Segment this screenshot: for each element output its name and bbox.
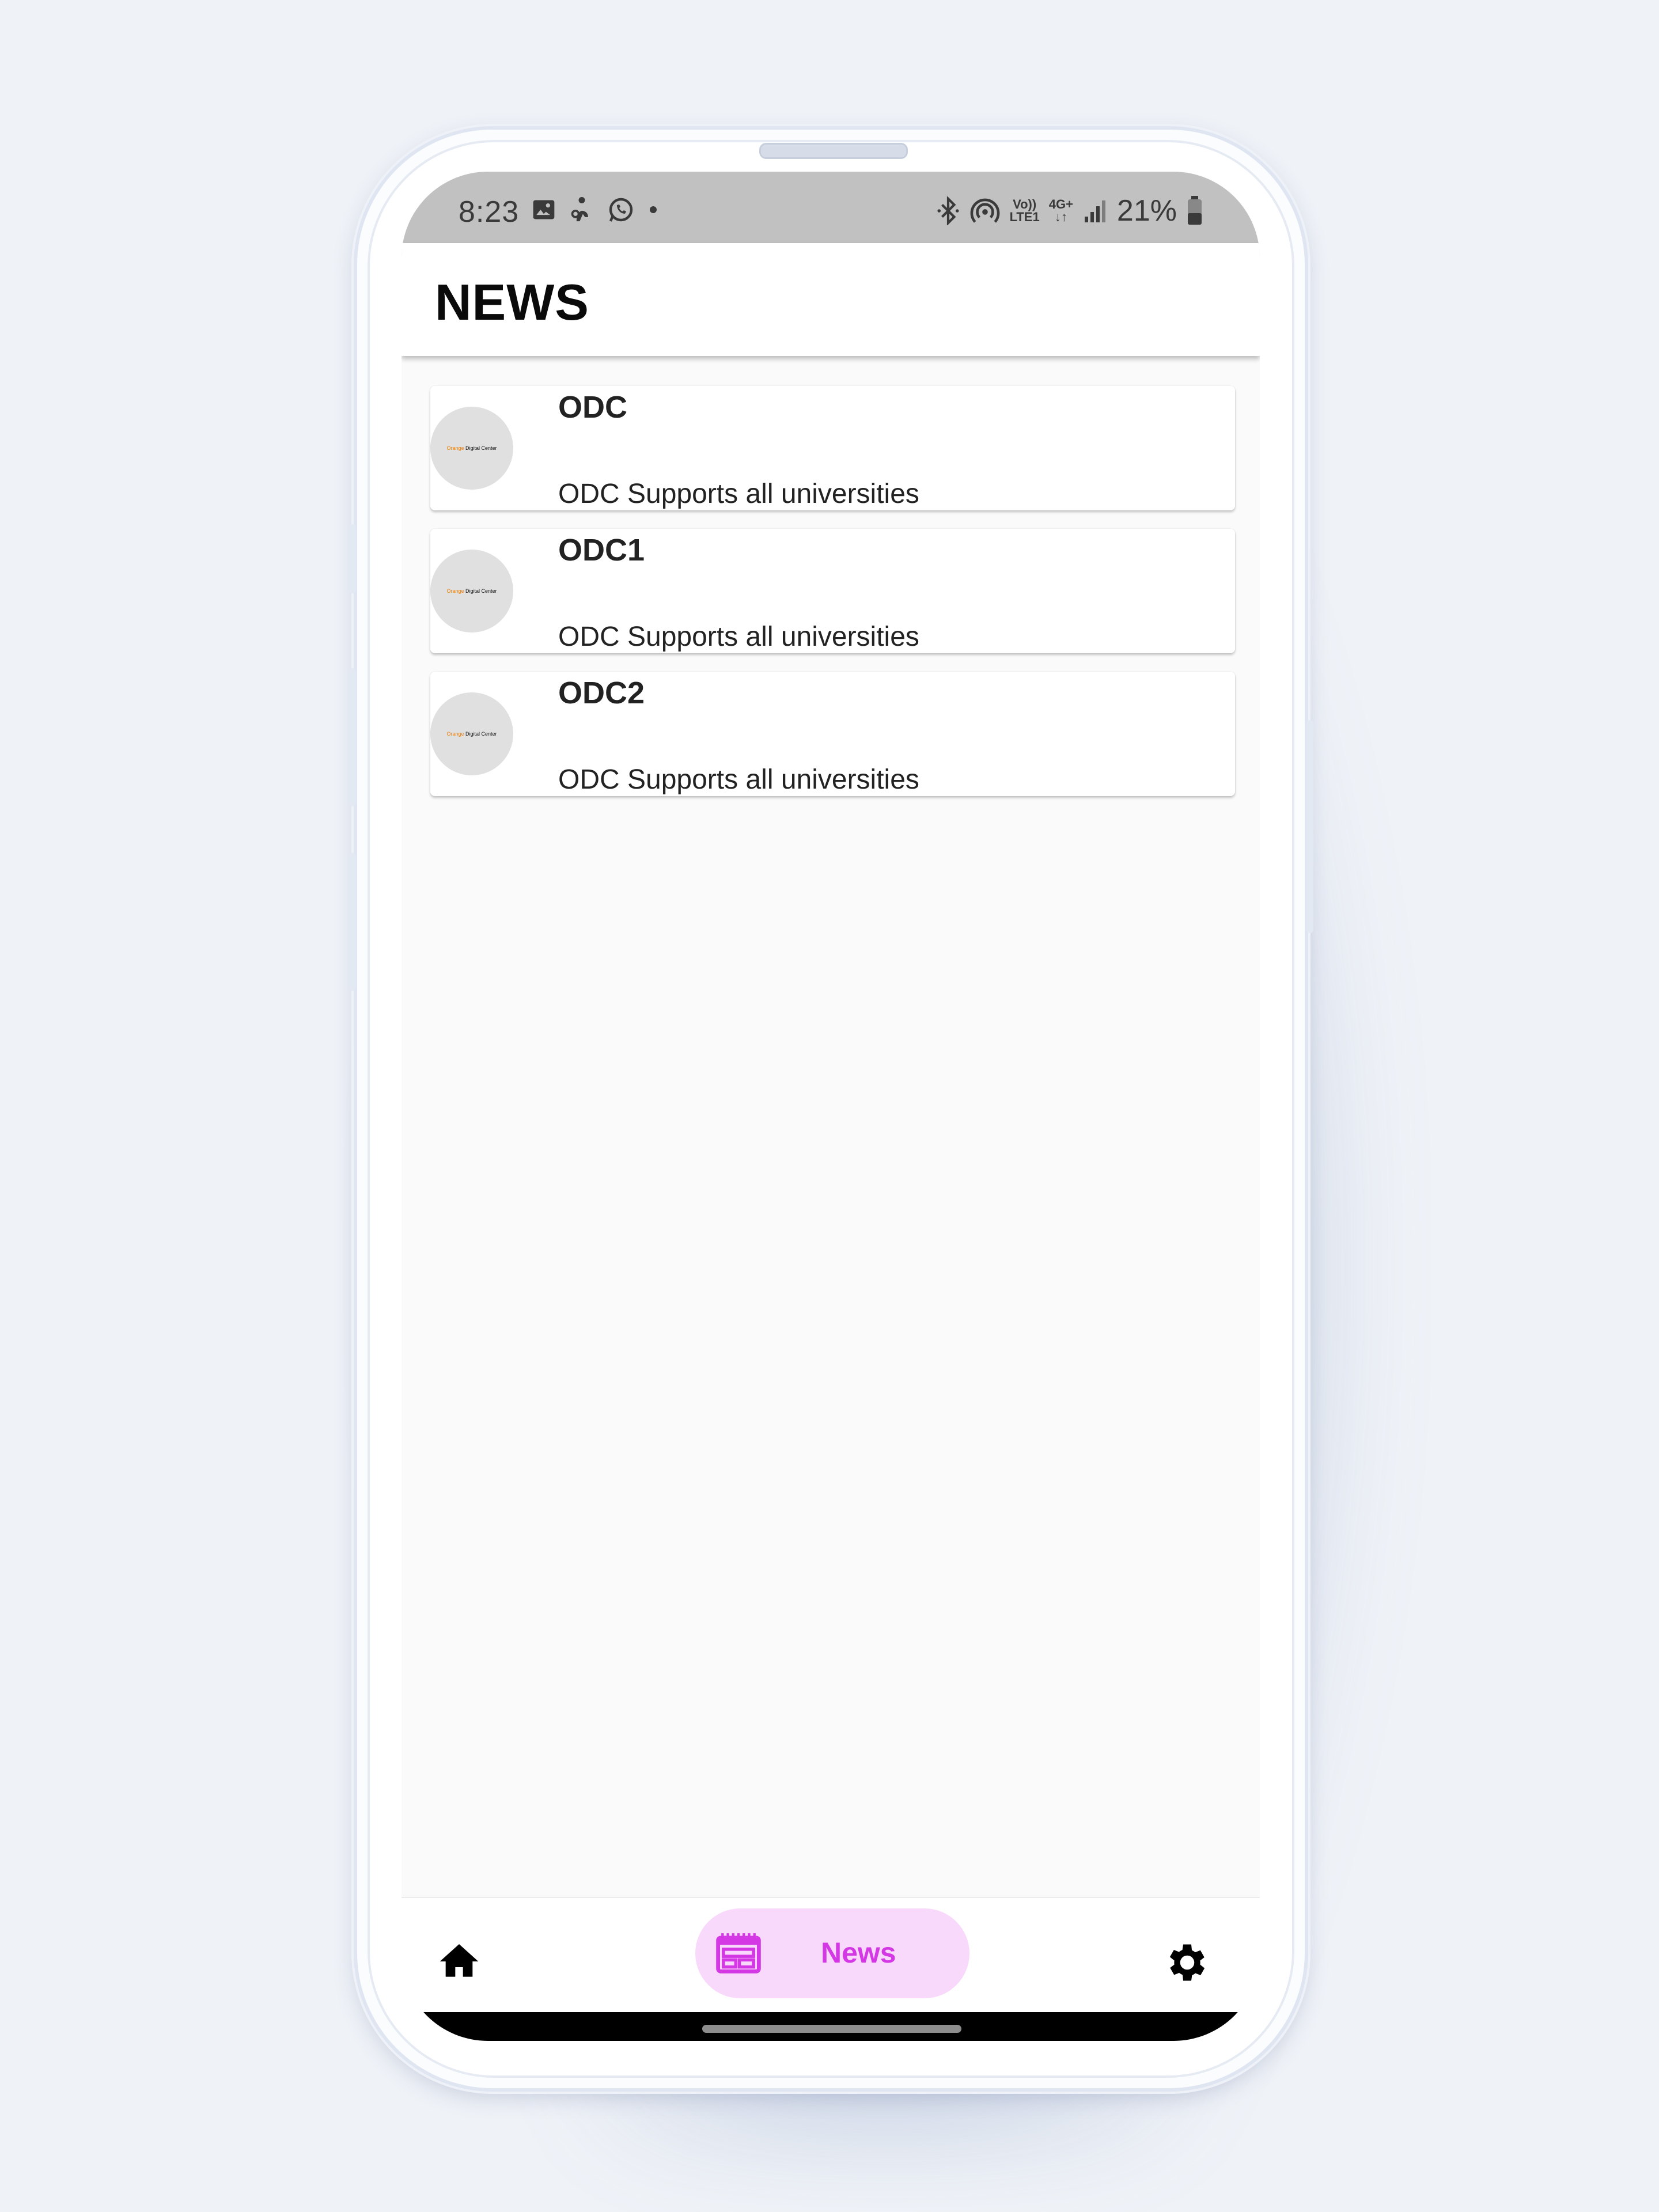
whatsapp-icon	[609, 198, 633, 222]
notification-dot-icon	[650, 206, 657, 213]
page-title: NEWS	[435, 274, 589, 331]
battery-percent: 21%	[1116, 194, 1177, 228]
nav-news-button[interactable]: News	[695, 1908, 969, 1998]
odc-logo-avatar: Orange Digital Center	[430, 407, 513, 490]
data-arrows-icon: ↓↑	[1054, 210, 1067, 224]
phone-side-button	[349, 853, 356, 991]
volte-bottom-label: LTE1	[1009, 210, 1040, 224]
nav-home-button[interactable]	[436, 1938, 482, 1984]
news-subtitle: ODC Supports all universities	[558, 764, 919, 795]
home-gesture-handle[interactable]	[702, 2025, 961, 2033]
news-title: ODC2	[558, 676, 645, 710]
logo-orange-text: Orange	[446, 588, 464, 594]
gesture-navigation-bar	[402, 2012, 1260, 2041]
gear-icon	[1169, 1944, 1205, 1981]
phone-side-button	[349, 524, 356, 593]
gallery-icon	[533, 200, 555, 219]
logo-text: Digital Center	[465, 731, 497, 737]
network-label: 4G+	[1048, 197, 1073, 211]
nav-news-label: News	[821, 1937, 896, 1969]
logo-text: Digital Center	[465, 445, 497, 451]
signal-icon	[1084, 200, 1105, 222]
status-bar: 8:23 Vo)) LTE1 4G+ ↓↑ 21%	[402, 172, 1260, 243]
battery-icon	[1188, 196, 1202, 225]
bluetooth-icon	[937, 196, 959, 225]
phone-side-button	[349, 668, 356, 806]
news-subtitle: ODC Supports all universities	[558, 479, 919, 509]
status-time: 8:23	[459, 195, 520, 229]
nav-settings-button[interactable]	[1163, 1938, 1211, 1987]
news-list: Orange Digital Center ODC ODC Supports a…	[430, 386, 1235, 815]
news-title: ODC1	[558, 533, 645, 567]
odc-logo-avatar: Orange Digital Center	[430, 550, 513, 632]
news-title: ODC	[558, 390, 627, 425]
logo-text: Digital Center	[465, 588, 497, 594]
news-card[interactable]: Orange Digital Center ODC2 ODC Supports …	[430, 672, 1235, 796]
app-bar: NEWS	[402, 243, 1260, 356]
status-right-icons: Vo)) LTE1 4G+ ↓↑ 21%	[936, 194, 1203, 228]
volte-icon: Vo)) LTE1	[1010, 198, 1040, 224]
phone-side-button	[1306, 720, 1313, 933]
logo-orange-text: Orange	[446, 731, 464, 737]
app-screen: 8:23 Vo)) LTE1 4G+ ↓↑ 21% NEWS Orange Di…	[402, 172, 1260, 2041]
home-icon	[440, 1944, 479, 1977]
4g-icon: 4G+ ↓↑	[1049, 198, 1073, 224]
hotspot-icon	[970, 198, 999, 223]
status-left-icons	[531, 196, 659, 224]
newspaper-icon	[716, 1933, 761, 1974]
accessibility-icon	[571, 197, 588, 222]
phone-speaker	[759, 143, 908, 159]
bottom-navigation: News	[402, 1897, 1260, 2013]
news-card[interactable]: Orange Digital Center ODC ODC Supports a…	[430, 386, 1235, 510]
volte-top-label: Vo))	[1013, 197, 1037, 211]
news-subtitle: ODC Supports all universities	[558, 622, 919, 652]
news-card[interactable]: Orange Digital Center ODC1 ODC Supports …	[430, 529, 1235, 653]
logo-orange-text: Orange	[446, 445, 464, 451]
odc-logo-avatar: Orange Digital Center	[430, 692, 513, 775]
